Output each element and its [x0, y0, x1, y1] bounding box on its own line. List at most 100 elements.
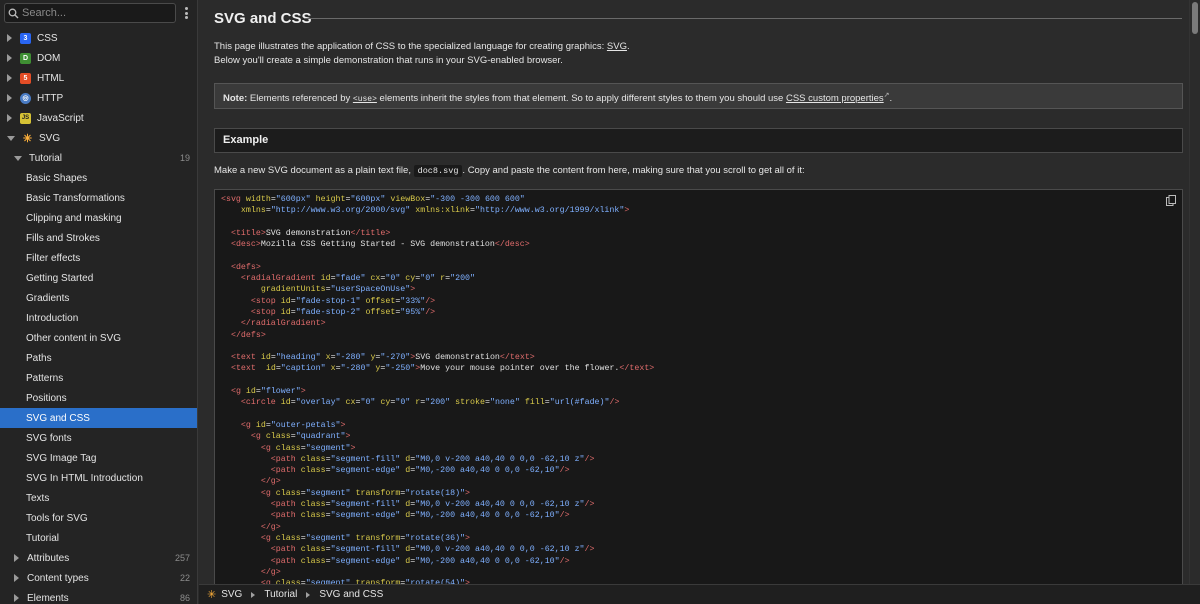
sidebar-item-content-types[interactable]: Content types 22 [0, 568, 197, 588]
http-icon: ◎ [20, 92, 31, 104]
sidebar-item-tutorial-page[interactable]: Tutorial [0, 528, 197, 548]
sidebar-item-label: Content types [27, 572, 89, 584]
sidebar-item-tutorial-page[interactable]: SVG In HTML Introduction [0, 468, 197, 488]
sidebar-item-http[interactable]: ◎ HTTP [0, 88, 197, 108]
copy-icon[interactable] [1166, 195, 1176, 206]
sidebar-item-javascript[interactable]: JS JavaScript [0, 108, 197, 128]
sidebar-item-tutorial-page[interactable]: Patterns [0, 368, 197, 388]
sidebar-item-label: HTML [37, 72, 65, 84]
sidebar-item-label: Basic Shapes [26, 172, 88, 184]
sidebar-item-elements[interactable]: Elements 86 [0, 588, 197, 604]
dom-icon: D [20, 52, 31, 64]
sidebar-item-label: Filter effects [26, 252, 81, 264]
chevron-right-icon[interactable] [7, 74, 12, 82]
note-text-end: . [889, 93, 893, 105]
sidebar-item-tutorial-page[interactable]: Fills and Strokes [0, 228, 197, 248]
sidebar-item-tutorial-page[interactable]: Texts [0, 488, 197, 508]
sidebar-item-tutorial-page[interactable]: Gradients [0, 288, 197, 308]
chevron-right-icon[interactable] [14, 574, 19, 582]
chevron-right-icon[interactable] [7, 34, 12, 42]
item-count: 86 [179, 593, 190, 603]
breadcrumb-item-current[interactable]: SVG and CSS [319, 589, 383, 600]
more-options-icon[interactable] [180, 6, 192, 20]
sidebar-item-tutorial-page[interactable]: Tools for SVG [0, 508, 197, 528]
filename-code: doc8.svg [413, 165, 463, 177]
item-count: 257 [174, 553, 190, 563]
sidebar-item-label: Paths [26, 352, 52, 364]
sidebar-item-css[interactable]: 3 CSS [0, 28, 197, 48]
chevron-down-icon[interactable] [14, 155, 22, 161]
svg-link[interactable]: SVG [607, 41, 627, 52]
intro-line1-text: This page illustrates the application of… [214, 41, 607, 52]
para-pre: Make a new SVG document as a plain text … [214, 165, 414, 176]
chevron-right-icon[interactable] [7, 114, 12, 122]
sidebar-item-tutorial-page[interactable]: Getting Started [0, 268, 197, 288]
sidebar-item-tutorial-page[interactable]: Clipping and masking [0, 208, 197, 228]
sidebar-item-label: HTTP [37, 92, 64, 104]
instructions-text: Make a new SVG document as a plain text … [214, 164, 805, 178]
sidebar-item-label: Introduction [26, 312, 79, 324]
sidebar-item-tutorial-page[interactable]: SVG fonts [0, 428, 197, 448]
sidebar-item-label: Other content in SVG [26, 332, 122, 344]
sidebar-item-label: Getting Started [26, 272, 94, 284]
chevron-right-icon[interactable] [7, 54, 12, 62]
breadcrumb-separator-icon [251, 591, 256, 598]
javascript-icon: JS [20, 112, 31, 124]
sidebar-item-label: Attributes [27, 552, 70, 564]
sidebar-item-label: Clipping and masking [26, 212, 122, 224]
page-title: SVG and CSS [214, 10, 312, 27]
sidebar-item-label: Texts [26, 492, 50, 504]
sidebar-item-tutorial[interactable]: Tutorial 19 [0, 148, 197, 168]
svg-code: <svg width="600px" height="600px" viewBo… [221, 195, 655, 584]
html-icon: 5 [20, 72, 31, 84]
sidebar-item-tutorial-page[interactable]: Introduction [0, 308, 197, 328]
search-icon [8, 8, 19, 18]
breadcrumb-separator-icon [306, 591, 311, 598]
sidebar-item-tutorial-page[interactable]: SVG and CSS [0, 408, 197, 428]
sidebar-item-tutorial-page[interactable]: Filter effects [0, 248, 197, 268]
sidebar: 3 CSS D DOM 5 HTML ◎ HTTP JS JavaScript ✳ SVG Tutori… [0, 0, 198, 604]
sidebar-item-label: Tutorial [29, 152, 62, 164]
sidebar-item-label: Elements [27, 592, 69, 604]
svg-icon: ✳ [22, 132, 33, 145]
main-content: SVG and CSS This page illustrates the ap… [199, 0, 1189, 584]
breadcrumb-item-svg[interactable]: SVG [221, 589, 242, 600]
search-input[interactable] [22, 7, 162, 19]
svg-icon: ✳ [207, 589, 217, 601]
sidebar-item-label: Tools for SVG [26, 512, 88, 524]
sidebar-item-label: SVG fonts [26, 432, 72, 444]
chevron-right-icon[interactable] [14, 594, 19, 602]
code-block[interactable]: <svg width="600px" height="600px" viewBo… [214, 189, 1183, 584]
css-custom-properties-link[interactable]: CSS custom properties [786, 93, 884, 104]
note-text-2: elements inherit the styles from that el… [376, 93, 786, 105]
sidebar-item-label: SVG and CSS [26, 412, 90, 424]
note-text-1: Elements referenced by [247, 93, 353, 105]
sidebar-item-attributes[interactable]: Attributes 257 [0, 548, 197, 568]
intro-text: This page illustrates the application of… [214, 40, 1174, 68]
sidebar-item-tutorial-page[interactable]: Basic Shapes [0, 168, 197, 188]
sidebar-item-label: Gradients [26, 292, 70, 304]
chevron-down-icon[interactable] [7, 135, 15, 141]
item-count: 19 [179, 153, 190, 163]
chevron-right-icon[interactable] [7, 94, 12, 102]
sidebar-item-label: DOM [37, 52, 61, 64]
sidebar-item-svg[interactable]: ✳ SVG [0, 128, 197, 148]
sidebar-item-tutorial-page[interactable]: SVG Image Tag [0, 448, 197, 468]
item-count: 22 [179, 573, 190, 583]
sidebar-item-tutorial-page[interactable]: Basic Transformations [0, 188, 197, 208]
sidebar-item-dom[interactable]: D DOM [0, 48, 197, 68]
css-icon: 3 [20, 32, 31, 44]
sidebar-item-label: Patterns [26, 372, 64, 384]
chevron-right-icon[interactable] [14, 554, 19, 562]
scrollbar-thumb[interactable] [1192, 2, 1198, 34]
sidebar-item-tutorial-page[interactable]: Paths [0, 348, 197, 368]
use-element-link[interactable]: <use> [353, 95, 377, 104]
sidebar-item-tutorial-page[interactable]: Positions [0, 388, 197, 408]
note-box: Note: Elements referenced by <use> eleme… [214, 83, 1183, 109]
sidebar-item-html[interactable]: 5 HTML [0, 68, 197, 88]
breadcrumb-item-tutorial[interactable]: Tutorial [264, 589, 297, 600]
note-label: Note: [223, 93, 248, 105]
main-scrollbar[interactable] [1189, 0, 1200, 584]
search-box[interactable] [4, 3, 176, 23]
sidebar-item-tutorial-page[interactable]: Other content in SVG [0, 328, 197, 348]
